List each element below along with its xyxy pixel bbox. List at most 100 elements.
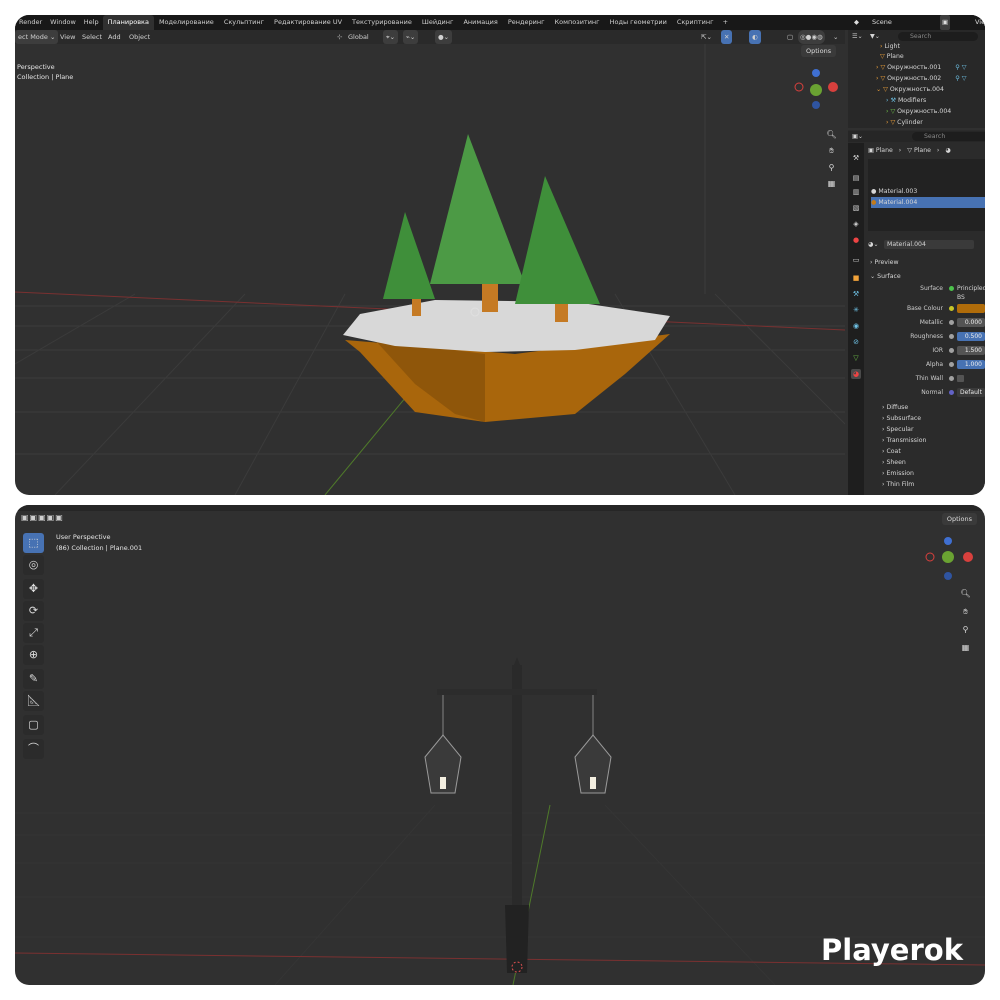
mode-select[interactable]: ect Mode ⌄: [15, 30, 59, 44]
workspace-tab-sculpting[interactable]: Скульптинг: [219, 15, 269, 30]
perspective-toggle-icon[interactable]: ▦: [959, 641, 972, 654]
proportional-edit-icon[interactable]: ●⌄: [435, 30, 453, 44]
gizmo-y-axis[interactable]: [942, 551, 954, 563]
outliner-item-cylinder[interactable]: › ▽ Cylinder: [886, 117, 985, 128]
snap-icon[interactable]: ⌁⌄: [403, 30, 419, 44]
gizmo-neg-x-axis[interactable]: [925, 552, 935, 562]
roughness-field[interactable]: 0.500: [957, 332, 985, 341]
workspace-tab-scripting[interactable]: Скриптинг: [672, 15, 719, 30]
surface-shader-field[interactable]: Principled BS: [957, 284, 985, 302]
workspace-tab-compositing[interactable]: Композитинг: [550, 15, 605, 30]
thin-wall-checkbox[interactable]: [957, 375, 964, 382]
perspective-toggle-icon[interactable]: ▦: [825, 177, 838, 190]
pan-hand-icon[interactable]: ✋︎: [825, 144, 838, 157]
material-browse-icon[interactable]: ◕⌄: [868, 241, 879, 248]
properties-editor-icon[interactable]: ▣⌄: [852, 131, 863, 142]
select-box-tool-icon[interactable]: ⬚: [23, 533, 44, 553]
menu-add[interactable]: Add: [108, 30, 121, 44]
scale-tool-icon[interactable]: ⤢: [23, 623, 44, 643]
gizmo-toggle-icon[interactable]: ⇱⌄: [701, 30, 712, 44]
normal-field[interactable]: Default: [957, 388, 985, 397]
material-slot-item[interactable]: ● Material.003: [871, 186, 985, 197]
outliner-search-input[interactable]: Search: [898, 32, 978, 41]
ior-field[interactable]: 1.500: [957, 346, 985, 355]
viewport-gizmo-icon[interactable]: ✕: [721, 30, 733, 44]
world-tab-icon[interactable]: ●: [851, 235, 861, 245]
annotate-tool-icon[interactable]: ✎: [23, 669, 44, 689]
outliner-editor-icon[interactable]: ☰⌄: [852, 31, 863, 42]
workspace-tab-uv-editing[interactable]: Редактирование UV: [269, 15, 347, 30]
subsurface-subsection[interactable]: › Subsurface: [882, 413, 985, 424]
gizmo-neg-z-axis[interactable]: [944, 572, 952, 580]
properties-search-input[interactable]: Search: [912, 132, 985, 141]
cursor-tool-icon[interactable]: ◎: [23, 555, 44, 575]
transform-tool-icon[interactable]: ⊕: [23, 645, 44, 665]
material-name-field[interactable]: Material.004: [884, 240, 974, 249]
workspace-tab-animation[interactable]: Анимация: [458, 15, 502, 30]
options-button[interactable]: Options: [801, 45, 837, 57]
sheen-subsection[interactable]: › Sheen: [882, 457, 985, 468]
base-colour-swatch[interactable]: [957, 304, 985, 313]
viewport-3d[interactable]: Perspective Collection | Plane Options 🔍…: [15, 44, 845, 495]
workspace-tab-layout[interactable]: Планировка: [102, 15, 154, 30]
emission-subsection[interactable]: › Emission: [882, 468, 985, 479]
diffuse-subsection[interactable]: › Diffuse: [882, 402, 985, 413]
output-tab-icon[interactable]: ▥: [851, 187, 861, 197]
camera-view-icon[interactable]: ⚲: [825, 161, 838, 174]
shading-mode-icons[interactable]: ◎●◉◍: [798, 30, 825, 44]
transmission-subsection[interactable]: › Transmission: [882, 435, 985, 446]
outliner-item-mesh-data[interactable]: › ▽ Окружность.004: [886, 106, 985, 117]
outliner-item-plane[interactable]: ▽ Plane: [880, 51, 985, 62]
move-tool-icon[interactable]: ✥: [23, 579, 44, 599]
gizmo-z-axis[interactable]: [812, 69, 820, 77]
workspace-tab-geometry-nodes[interactable]: Ноды геометрии: [605, 15, 672, 30]
render-tab-icon[interactable]: ▤: [851, 173, 861, 183]
menu-window[interactable]: Window: [46, 15, 80, 30]
workspace-tab-shading[interactable]: Шейдинг: [417, 15, 459, 30]
workspace-tab-modeling[interactable]: Моделирование: [154, 15, 219, 30]
outliner-item-circle-004[interactable]: ⌄ ▽ Окружность.004: [876, 84, 985, 95]
scene-name[interactable]: Scene: [872, 15, 892, 30]
view-layer-name[interactable]: Vie: [975, 15, 985, 30]
menu-help[interactable]: Help: [80, 15, 103, 30]
pivot-point-icon[interactable]: ⌖⌄: [383, 30, 399, 44]
camera-view-icon[interactable]: ⚲: [959, 623, 972, 636]
outliner-item-circle-002[interactable]: › ▽ Окружность.002 ⚲ ▽: [876, 73, 985, 84]
measure-tool-icon[interactable]: 📐︎: [23, 691, 44, 711]
view-layer-tab-icon[interactable]: ▧: [851, 203, 861, 213]
specular-subsection[interactable]: › Specular: [882, 424, 985, 435]
particles-tab-icon[interactable]: ✳: [851, 305, 861, 315]
xray-icon[interactable]: ▢: [787, 30, 793, 44]
preview-section-header[interactable]: › Preview: [870, 257, 985, 268]
rotate-tool-icon[interactable]: ⟳: [23, 601, 44, 621]
gizmo-x-axis[interactable]: [963, 552, 973, 562]
gizmo-neg-z-axis[interactable]: [812, 101, 820, 109]
shading-options-icon[interactable]: ⌄: [833, 30, 838, 44]
modifier-tab-icon[interactable]: ⚒: [851, 289, 861, 299]
gizmo-y-axis[interactable]: [810, 84, 822, 96]
pan-hand-icon[interactable]: ✋︎: [959, 605, 972, 618]
object-tab-icon[interactable]: ■: [851, 273, 861, 283]
coat-subsection[interactable]: › Coat: [882, 446, 985, 457]
thin-film-subsection[interactable]: › Thin Film: [882, 479, 985, 490]
add-workspace-button[interactable]: +: [719, 15, 732, 30]
material-slot-item-active[interactable]: ● Material.004: [871, 197, 985, 208]
zoom-icon[interactable]: 🔍︎: [825, 128, 838, 141]
outliner-item-circle-001[interactable]: › ▽ Окружность.001 ⚲ ▽: [876, 62, 985, 73]
gizmo-x-axis[interactable]: [828, 82, 838, 92]
menu-view[interactable]: View: [60, 30, 75, 44]
workspace-tab-rendering[interactable]: Рендеринг: [503, 15, 550, 30]
physics-tab-icon[interactable]: ◉: [851, 321, 861, 331]
scene-tab-icon[interactable]: ◈: [851, 219, 861, 229]
workspace-tab-texture-paint[interactable]: Текстурирование: [347, 15, 417, 30]
zoom-icon[interactable]: 🔍︎: [959, 587, 972, 600]
menu-render[interactable]: Render: [15, 15, 46, 30]
transform-orientation-select[interactable]: Global: [348, 30, 369, 44]
material-selector[interactable]: ◕⌄ Material.004: [868, 239, 985, 250]
collection-tab-icon[interactable]: ▭: [851, 255, 861, 265]
filter-icon[interactable]: ▼⌄: [870, 31, 880, 42]
add-cube-tool-icon[interactable]: ▢: [23, 715, 44, 735]
gizmo-neg-x-axis[interactable]: [794, 82, 804, 92]
material-tab-icon[interactable]: ◕: [851, 369, 861, 379]
overlays-icon[interactable]: ◐: [749, 30, 761, 44]
